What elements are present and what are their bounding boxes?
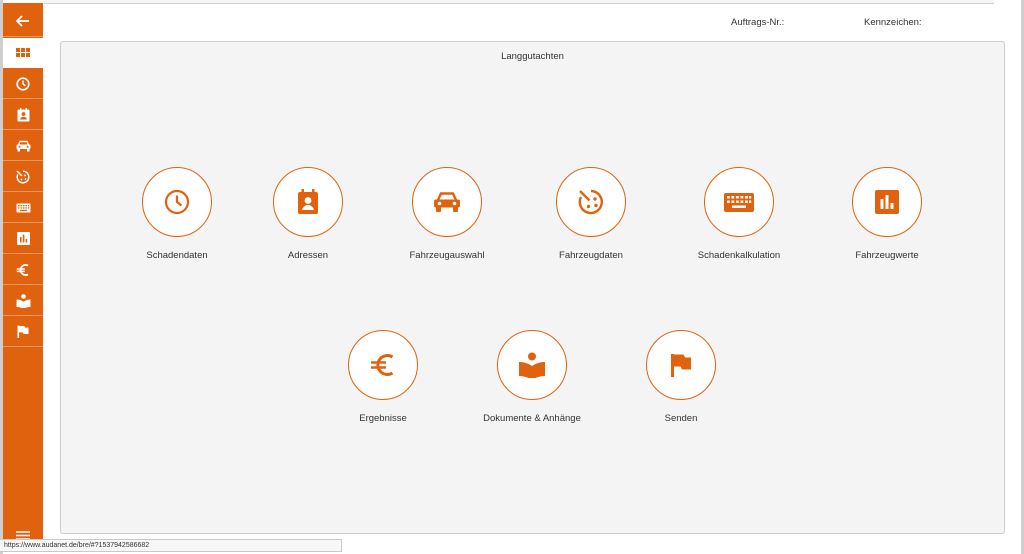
tile-label: Ergebnisse bbox=[359, 413, 407, 424]
tile-fahrzeugwerte[interactable]: Fahrzeugwerte bbox=[832, 167, 942, 261]
tile-dokumente-anhaenge[interactable]: Dokumente & Anhänge bbox=[477, 330, 587, 424]
tile-label: Senden bbox=[664, 413, 698, 424]
tile-schadenkalkulation[interactable]: Schadenkalkulation bbox=[684, 167, 794, 261]
tile-circle bbox=[412, 167, 482, 237]
tile-fahrzeugauswahl[interactable]: Fahrzeugauswahl bbox=[392, 167, 502, 261]
contact-icon bbox=[17, 107, 29, 121]
tile-label: Adressen bbox=[287, 250, 329, 261]
tile-circle bbox=[497, 330, 567, 400]
top-bar bbox=[44, 0, 994, 4]
auftrags-nr-label: Auftrags-Nr.: bbox=[731, 17, 785, 28]
book-icon bbox=[16, 293, 30, 308]
sidebar-item-schadenkalkulation[interactable] bbox=[3, 193, 43, 223]
sidebar-item-schadendaten[interactable] bbox=[3, 69, 43, 99]
tile-circle bbox=[273, 167, 343, 237]
keyboard-icon bbox=[724, 192, 754, 212]
contact-icon bbox=[298, 189, 318, 214]
keyboard-icon bbox=[16, 203, 30, 212]
status-bar-url: https://www.audanet.de/bre/#?15379425866… bbox=[0, 539, 342, 552]
clock-icon bbox=[164, 189, 190, 215]
tile-circle bbox=[646, 330, 716, 400]
tile-circle bbox=[142, 167, 212, 237]
sidebar-item-fahrzeugauswahl[interactable] bbox=[3, 131, 43, 161]
euro-icon bbox=[16, 263, 29, 276]
sidebar-item-overview[interactable] bbox=[3, 38, 43, 68]
tile-fahrzeugdaten[interactable]: Fahrzeugdaten bbox=[536, 167, 646, 261]
tile-circle bbox=[852, 167, 922, 237]
tile-label: Fahrzeugwerte bbox=[855, 250, 919, 261]
clock-icon bbox=[16, 76, 30, 91]
car-icon bbox=[434, 192, 460, 212]
tile-circle bbox=[348, 330, 418, 400]
sidebar-item-fahrzeugwerte[interactable] bbox=[3, 224, 43, 254]
tire-icon bbox=[578, 189, 603, 215]
bar-chart-icon bbox=[875, 190, 899, 214]
euro-icon bbox=[371, 354, 394, 376]
grid-icon bbox=[16, 47, 30, 57]
sidebar-back-button[interactable] bbox=[3, 5, 43, 37]
tile-circle bbox=[704, 167, 774, 237]
langgutachten-panel: Langgutachten Schadendaten Adressen Fahr… bbox=[60, 41, 1005, 534]
tile-label: Schadenkalkulation bbox=[697, 250, 781, 261]
flag-icon bbox=[671, 354, 691, 377]
tire-icon bbox=[16, 169, 30, 184]
tile-label: Fahrzeugauswahl bbox=[409, 250, 485, 261]
sidebar-item-adressen[interactable] bbox=[3, 100, 43, 130]
back-arrow-icon bbox=[16, 14, 29, 27]
tile-adressen[interactable]: Adressen bbox=[253, 167, 363, 261]
tile-label: Schadendaten bbox=[146, 250, 208, 261]
tile-schadendaten[interactable]: Schadendaten bbox=[122, 167, 232, 261]
sidebar bbox=[3, 3, 43, 552]
bar-chart-icon bbox=[16, 232, 30, 245]
tile-circle bbox=[556, 167, 626, 237]
tile-ergebnisse[interactable]: Ergebnisse bbox=[328, 330, 438, 424]
tile-label: Dokumente & Anhänge bbox=[483, 413, 581, 424]
sidebar-item-dokumente[interactable] bbox=[3, 286, 43, 316]
book-icon bbox=[519, 352, 545, 378]
panel-title: Langgutachten bbox=[501, 51, 564, 62]
sidebar-item-fahrzeugdaten[interactable] bbox=[3, 162, 43, 192]
sidebar-item-ergebnisse[interactable] bbox=[3, 255, 43, 285]
tile-senden[interactable]: Senden bbox=[626, 330, 736, 424]
tile-label: Fahrzeugdaten bbox=[559, 250, 623, 261]
car-icon bbox=[16, 140, 30, 151]
sidebar-item-senden[interactable] bbox=[3, 317, 43, 347]
kennzeichen-label: Kennzeichen: bbox=[864, 17, 922, 28]
flag-icon bbox=[17, 325, 29, 338]
